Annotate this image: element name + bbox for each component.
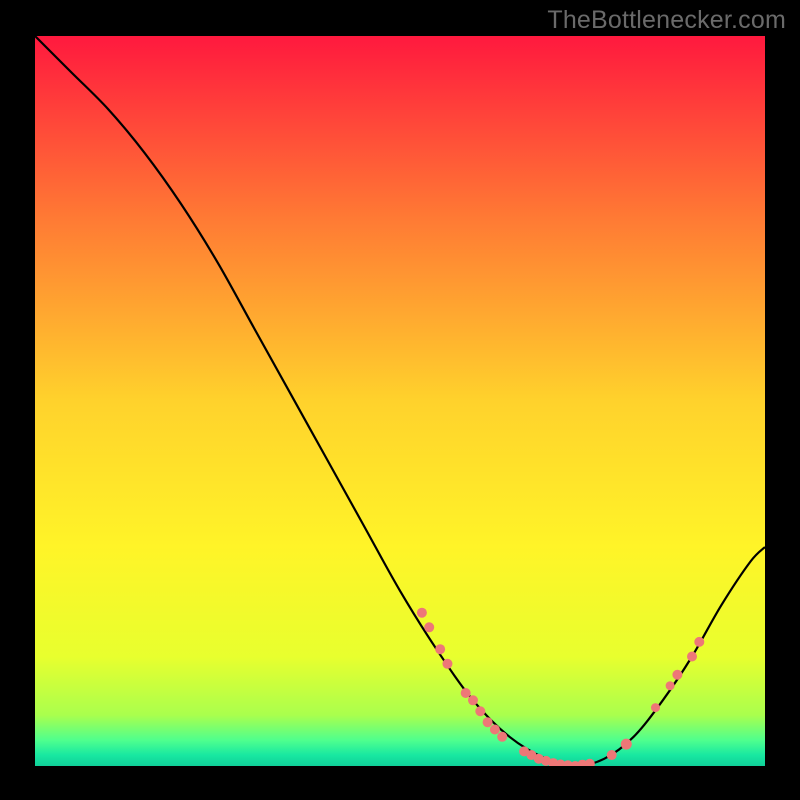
highlight-point [497, 732, 507, 742]
highlight-point [651, 703, 660, 712]
highlight-point [607, 750, 617, 760]
chart-svg [0, 0, 800, 800]
highlight-point [672, 670, 682, 680]
highlight-point [694, 637, 704, 647]
highlight-point [621, 739, 632, 750]
highlight-point [442, 659, 452, 669]
highlight-point [435, 644, 445, 654]
watermark-text: TheBottlenecker.com [547, 6, 786, 35]
highlight-point [483, 717, 493, 727]
highlight-point [424, 622, 434, 632]
highlight-point [585, 759, 595, 769]
highlight-point [687, 652, 697, 662]
bottleneck-chart: TheBottlenecker.com [0, 0, 800, 800]
highlight-point [468, 695, 478, 705]
highlight-point [461, 688, 471, 698]
highlight-point [417, 608, 427, 618]
gradient-background [35, 36, 765, 766]
highlight-point [490, 725, 500, 735]
highlight-point [666, 681, 675, 690]
highlight-point [475, 706, 485, 716]
